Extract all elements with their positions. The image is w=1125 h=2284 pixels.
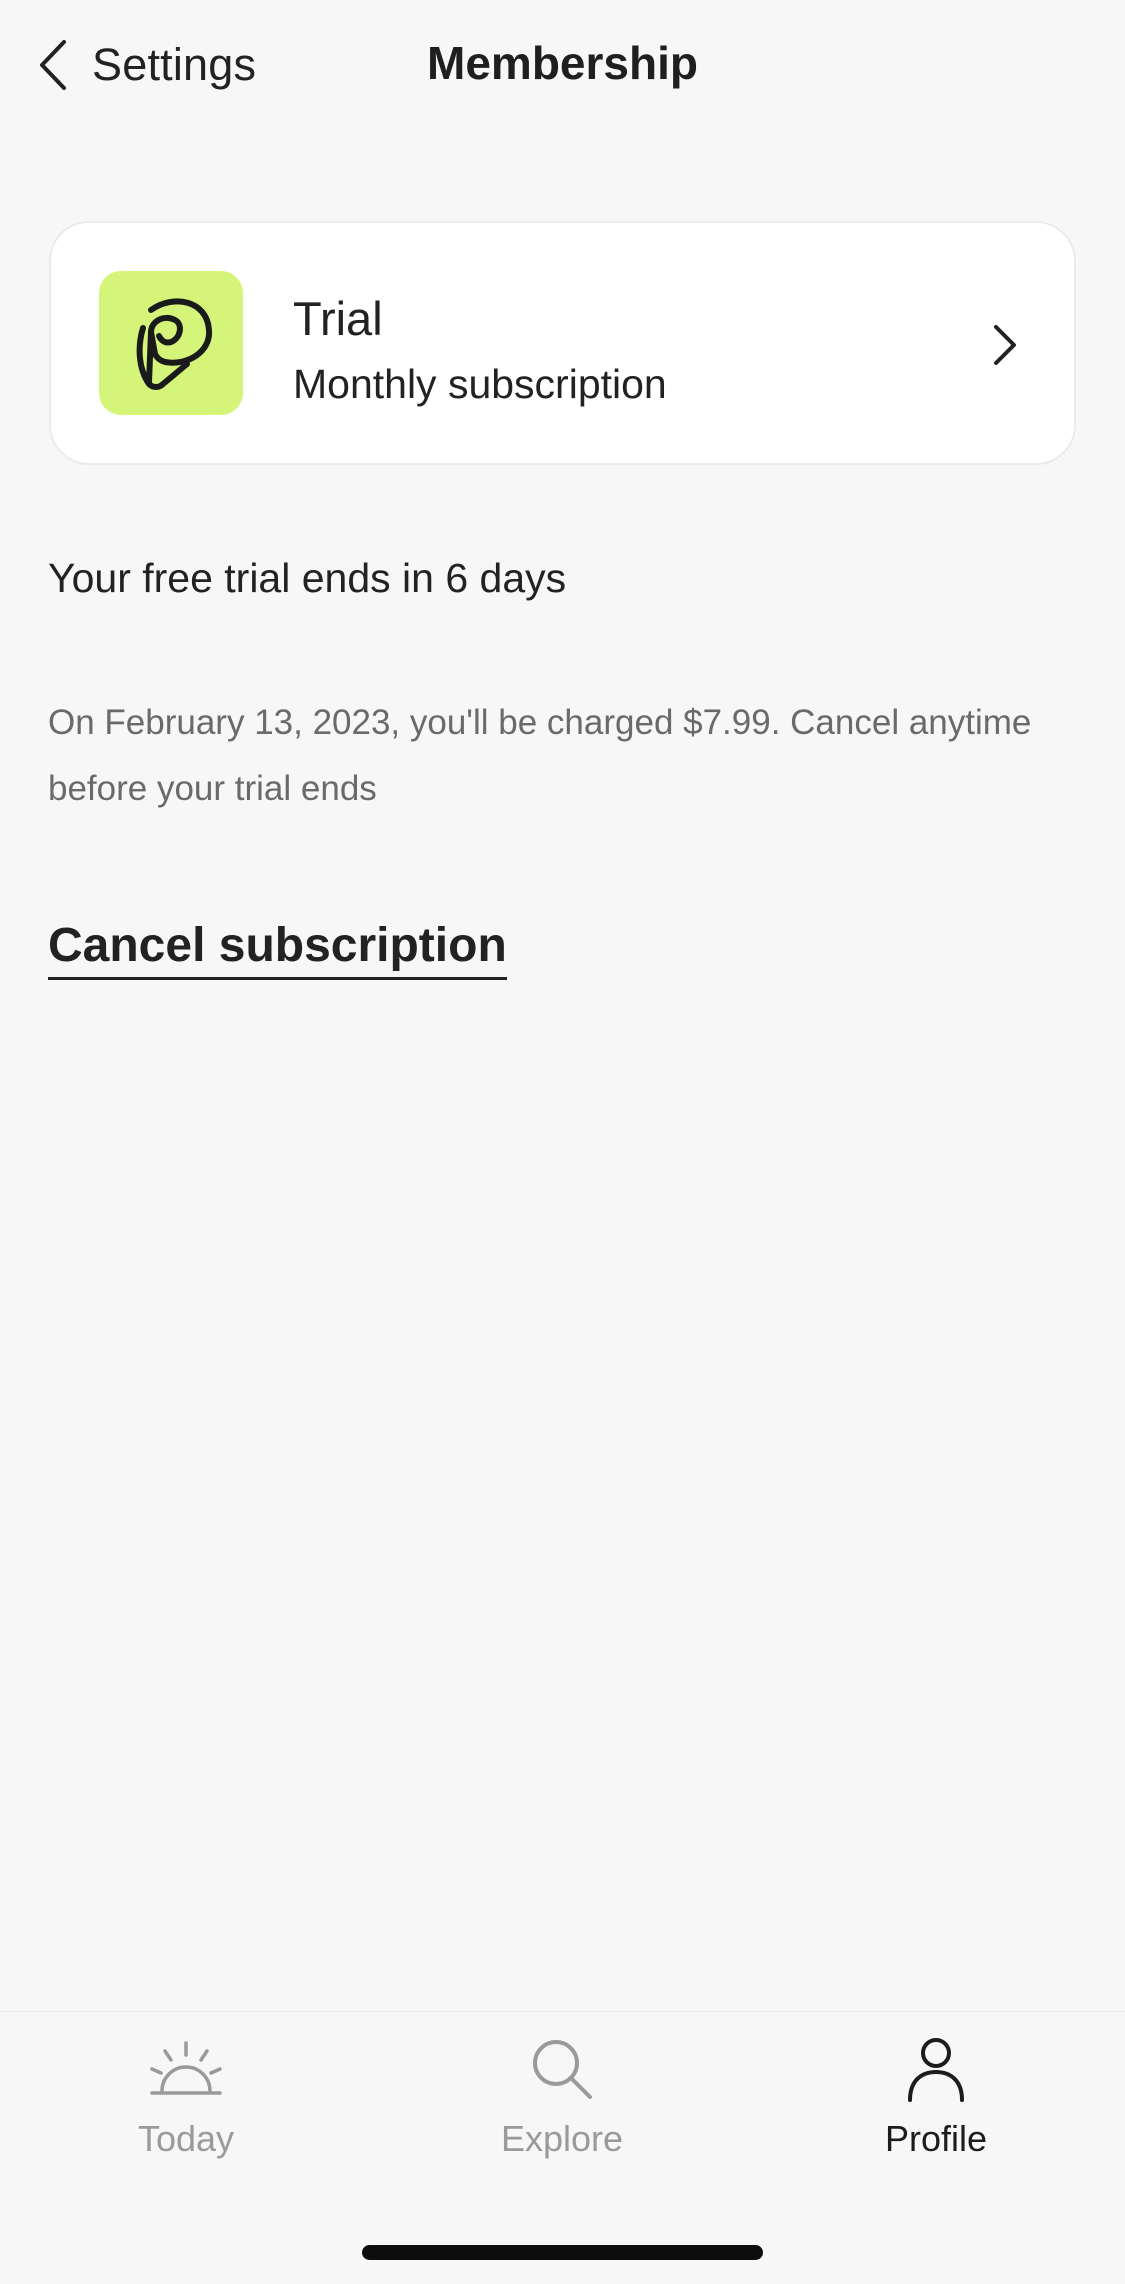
bottom-tab-bar: Today Explore Profile xyxy=(0,2011,1125,2284)
membership-screen: Settings Membership Trial Monthly subscr… xyxy=(0,0,1125,2284)
chevron-right-icon xyxy=(992,323,1018,367)
tab-explore[interactable]: Explore xyxy=(432,2034,692,2184)
app-logo xyxy=(99,271,243,415)
search-icon xyxy=(522,2034,602,2104)
sunrise-icon xyxy=(146,2034,226,2104)
home-indicator xyxy=(362,2245,763,2260)
tab-today-label: Today xyxy=(137,2118,235,2159)
tab-today[interactable]: Today xyxy=(56,2034,316,2184)
tab-explore-label: Explore xyxy=(500,2118,624,2159)
membership-plan-card[interactable]: Trial Monthly subscription xyxy=(49,221,1076,465)
plan-subtitle: Monthly subscription xyxy=(293,361,667,407)
trial-status-heading: Your free trial ends in 6 days xyxy=(48,555,567,601)
cancel-subscription-link[interactable]: Cancel subscription xyxy=(48,918,507,980)
page-title: Membership xyxy=(427,37,698,89)
person-icon xyxy=(896,2034,976,2104)
tab-profile-label: Profile xyxy=(884,2118,988,2159)
app-logo-icon xyxy=(136,298,213,390)
trial-billing-detail: On February 13, 2023, you'll be charged … xyxy=(48,703,1032,808)
tab-profile[interactable]: Profile xyxy=(806,2034,1066,2184)
plan-name: Trial xyxy=(293,292,383,345)
top-navigation-bar: Settings Membership xyxy=(0,0,1125,130)
